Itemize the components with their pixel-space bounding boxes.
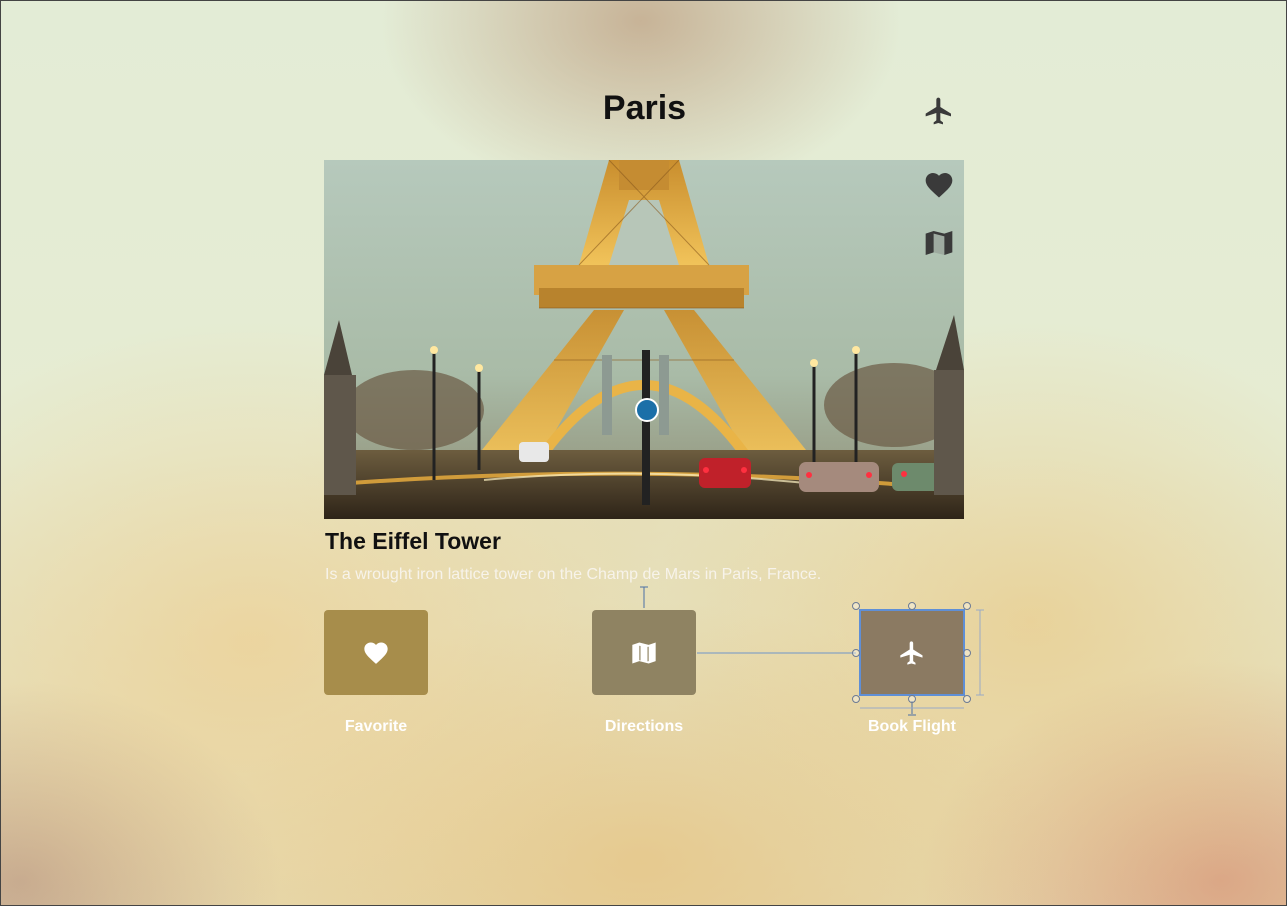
directions-button[interactable]	[592, 610, 696, 695]
resize-handle[interactable]	[963, 695, 971, 703]
resize-handle[interactable]	[908, 695, 916, 703]
book-flight-button[interactable]	[859, 609, 965, 696]
resize-handle[interactable]	[852, 649, 860, 657]
resize-handle[interactable]	[963, 649, 971, 657]
heart-icon	[364, 642, 388, 664]
book-flight-label: Book Flight	[868, 718, 956, 735]
page-title: Paris	[602, 89, 687, 127]
airplane-icon	[900, 640, 923, 665]
map-icon	[632, 642, 656, 663]
favorite-label: Favorite	[344, 718, 408, 735]
eiffel-tower-photo	[324, 160, 964, 519]
map-icon[interactable]	[923, 227, 955, 259]
directions-label: Directions	[604, 718, 684, 735]
favorite-button[interactable]	[324, 610, 428, 695]
heart-icon[interactable]	[923, 169, 955, 201]
resize-handle[interactable]	[963, 602, 971, 610]
resize-handle[interactable]	[908, 602, 916, 610]
resize-handle[interactable]	[852, 602, 860, 610]
airplane-icon[interactable]	[923, 95, 955, 127]
landmark-description: Is a wrought iron lattice tower on the C…	[325, 566, 822, 583]
app-canvas: Paris The Eiffel Tower Is a wrought iron…	[0, 0, 1287, 906]
landmark-title: The Eiffel Tower	[325, 528, 501, 554]
hero-image	[324, 160, 964, 519]
resize-handle[interactable]	[852, 695, 860, 703]
